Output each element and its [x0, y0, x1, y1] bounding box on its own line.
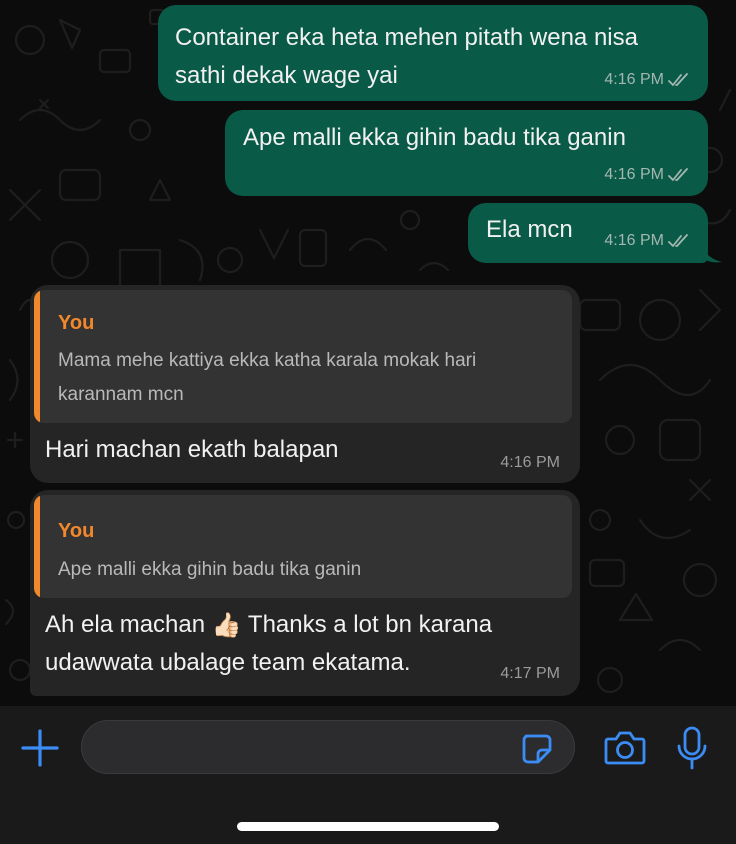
message-meta: 4:16 PM [604, 71, 690, 89]
message-text: Hari machan ekath balapan [45, 436, 339, 463]
message-meta: 4:16 PM [604, 166, 690, 184]
message-text-part: Ah ela machan [45, 611, 206, 638]
message-meta: 4:17 PM [500, 665, 560, 683]
quote-author: You [58, 520, 95, 542]
quote-text: Mama mehe kattiya ekka katha karala moka… [58, 350, 477, 371]
message-time: 4:16 PM [604, 71, 664, 88]
message-input[interactable] [100, 721, 514, 775]
message-meta: 4:16 PM [500, 454, 560, 472]
camera-icon[interactable] [604, 729, 646, 767]
bubble-tail [700, 240, 722, 263]
plus-icon[interactable] [20, 728, 60, 768]
message-meta: 4:16 PM [604, 232, 690, 250]
double-check-icon [668, 73, 688, 86]
home-indicator [237, 822, 499, 831]
chat-background: Container eka heta mehen pitath wena nis… [0, 0, 736, 706]
message-time: 4:17 PM [500, 665, 560, 682]
message-text: Ape malli ekka gihin badu tika ganin [243, 124, 626, 151]
outgoing-message[interactable]: Ela mcn 4:16 PM [468, 203, 708, 263]
message-text-part: Thanks a lot bn karana [247, 611, 493, 638]
double-check-icon [668, 234, 688, 247]
quote-text: Ape malli ekka gihin badu tika ganin [58, 559, 362, 580]
quote-accent-bar [34, 495, 40, 598]
message-text: Ela mcn [486, 216, 573, 243]
incoming-message[interactable]: You Ape malli ekka gihin badu tika ganin… [30, 490, 580, 696]
message-input-container[interactable] [81, 720, 575, 775]
double-check-icon [668, 168, 688, 181]
message-time: 4:16 PM [500, 454, 560, 471]
message-text: sathi dekak wage yai [175, 62, 398, 89]
message-text: Ah ela machan 👍🏻 Thanks a lot bn karana [45, 606, 492, 644]
message-text: udawwata ubalage team ekatama. [45, 649, 411, 676]
thumbs-up-emoji: 👍🏻 [211, 612, 242, 639]
quote-text: karannam mcn [58, 384, 184, 405]
quote-author: You [58, 312, 95, 334]
message-time: 4:16 PM [604, 232, 664, 249]
quoted-message[interactable]: You Ape malli ekka gihin badu tika ganin [34, 495, 572, 598]
microphone-icon[interactable] [676, 726, 708, 770]
outgoing-message[interactable]: Container eka heta mehen pitath wena nis… [158, 5, 708, 101]
message-text: Container eka heta mehen pitath wena nis… [175, 24, 638, 51]
quote-accent-bar [34, 290, 40, 423]
sticker-icon[interactable] [520, 732, 554, 766]
message-time: 4:16 PM [604, 166, 664, 183]
incoming-message[interactable]: You Mama mehe kattiya ekka katha karala … [30, 285, 580, 483]
quoted-message[interactable]: You Mama mehe kattiya ekka katha karala … [34, 290, 572, 423]
outgoing-message[interactable]: Ape malli ekka gihin badu tika ganin 4:1… [225, 110, 708, 196]
